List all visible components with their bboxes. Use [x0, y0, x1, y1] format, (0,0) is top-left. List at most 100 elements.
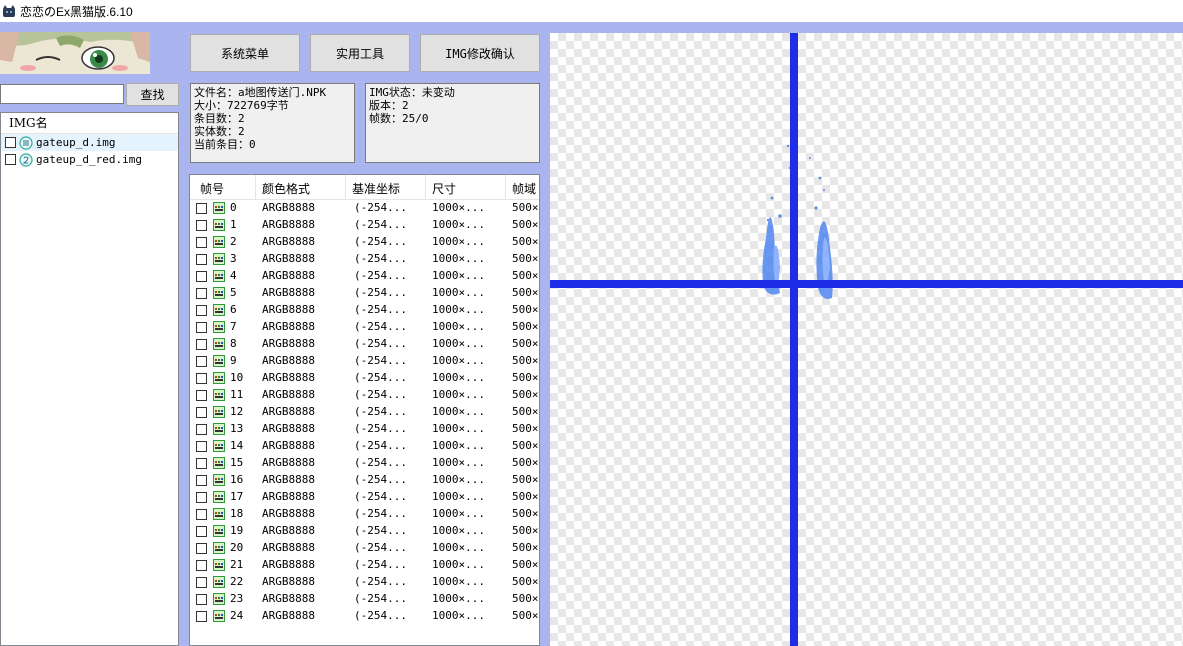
- frame-checkbox[interactable]: [196, 560, 207, 571]
- frame-checkbox[interactable]: [196, 288, 207, 299]
- img-confirm-button[interactable]: IMG修改确认: [420, 34, 540, 72]
- frame-index: 14: [230, 439, 244, 452]
- frame-region: 500×: [512, 218, 539, 231]
- table-row[interactable]: 16 ARGB8888 (-254... 1000×... 500×: [190, 472, 539, 489]
- table-row[interactable]: 4 ARGB8888 (-254... 1000×... 500×: [190, 268, 539, 285]
- title-bar: 恋恋のEx黑猫版.6.10: [0, 0, 1183, 22]
- frame-size: 1000×...: [432, 507, 485, 520]
- column-header[interactable]: 基准坐标: [352, 180, 400, 197]
- img-item-checkbox[interactable]: [5, 137, 16, 148]
- frame-image-icon: [213, 304, 225, 316]
- table-row[interactable]: 24 ARGB8888 (-254... 1000×... 500×: [190, 608, 539, 625]
- frame-region: 500×: [512, 558, 539, 571]
- frame-checkbox[interactable]: [196, 305, 207, 316]
- img-list[interactable]: IMG名 gateup_d.img gateup_d_red.img: [0, 112, 179, 646]
- frame-color-format: ARGB8888: [262, 269, 315, 282]
- table-row[interactable]: 11 ARGB8888 (-254... 1000×... 500×: [190, 387, 539, 404]
- frame-checkbox[interactable]: [196, 458, 207, 469]
- table-row[interactable]: 2 ARGB8888 (-254... 1000×... 500×: [190, 234, 539, 251]
- column-header[interactable]: 帧号: [200, 180, 224, 197]
- table-row[interactable]: 12 ARGB8888 (-254... 1000×... 500×: [190, 404, 539, 421]
- frame-color-format: ARGB8888: [262, 405, 315, 418]
- frame-size: 1000×...: [432, 490, 485, 503]
- search-input[interactable]: [0, 84, 124, 104]
- frame-checkbox[interactable]: [196, 577, 207, 588]
- tools-button[interactable]: 实用工具: [310, 34, 410, 72]
- frame-checkbox[interactable]: [196, 271, 207, 282]
- table-row[interactable]: 13 ARGB8888 (-254... 1000×... 500×: [190, 421, 539, 438]
- frame-color-format: ARGB8888: [262, 507, 315, 520]
- frame-image-icon: [213, 559, 225, 571]
- column-divider[interactable]: [505, 175, 506, 199]
- table-row[interactable]: 22 ARGB8888 (-254... 1000×... 500×: [190, 574, 539, 591]
- frame-checkbox[interactable]: [196, 543, 207, 554]
- table-row[interactable]: 7 ARGB8888 (-254... 1000×... 500×: [190, 319, 539, 336]
- frame-checkbox[interactable]: [196, 407, 207, 418]
- column-divider[interactable]: [345, 175, 346, 199]
- entity-count: 实体数：2: [194, 125, 245, 138]
- frame-region: 500×: [512, 592, 539, 605]
- table-row[interactable]: 20 ARGB8888 (-254... 1000×... 500×: [190, 540, 539, 557]
- frame-region: 500×: [512, 609, 539, 622]
- table-row[interactable]: 14 ARGB8888 (-254... 1000×... 500×: [190, 438, 539, 455]
- frame-image-icon: [213, 593, 225, 605]
- table-row[interactable]: 6 ARGB8888 (-254... 1000×... 500×: [190, 302, 539, 319]
- table-row[interactable]: 10 ARGB8888 (-254... 1000×... 500×: [190, 370, 539, 387]
- black-cat-icon: [3, 5, 15, 17]
- frame-checkbox[interactable]: [196, 441, 207, 452]
- frame-checkbox[interactable]: [196, 322, 207, 333]
- frame-size: 1000×...: [432, 235, 485, 248]
- column-header[interactable]: 颜色格式: [262, 180, 310, 197]
- frame-checkbox[interactable]: [196, 475, 207, 486]
- table-row[interactable]: 23 ARGB8888 (-254... 1000×... 500×: [190, 591, 539, 608]
- frame-checkbox[interactable]: [196, 220, 207, 231]
- column-header[interactable]: 帧域: [512, 180, 536, 197]
- frame-checkbox[interactable]: [196, 203, 207, 214]
- table-row[interactable]: 5 ARGB8888 (-254... 1000×... 500×: [190, 285, 539, 302]
- table-row[interactable]: 18 ARGB8888 (-254... 1000×... 500×: [190, 506, 539, 523]
- frame-region: 500×: [512, 371, 539, 384]
- frame-base-coord: (-254...: [354, 575, 407, 588]
- table-row[interactable]: 19 ARGB8888 (-254... 1000×... 500×: [190, 523, 539, 540]
- frame-checkbox[interactable]: [196, 492, 207, 503]
- img-list-item[interactable]: gateup_d.img: [1, 134, 178, 151]
- table-row[interactable]: 0 ARGB8888 (-254... 1000×... 500×: [190, 200, 539, 217]
- column-divider[interactable]: [425, 175, 426, 199]
- frame-checkbox[interactable]: [196, 254, 207, 265]
- system-menu-button[interactable]: 系统菜单: [190, 34, 300, 72]
- frame-color-format: ARGB8888: [262, 524, 315, 537]
- frame-size: 1000×...: [432, 422, 485, 435]
- img-file-icon: [19, 152, 33, 167]
- frame-base-coord: (-254...: [354, 558, 407, 571]
- table-row[interactable]: 3 ARGB8888 (-254... 1000×... 500×: [190, 251, 539, 268]
- frame-image-icon: [213, 355, 225, 367]
- image-viewer[interactable]: [550, 33, 1183, 646]
- frame-image-icon: [213, 338, 225, 350]
- table-row[interactable]: 1 ARGB8888 (-254... 1000×... 500×: [190, 217, 539, 234]
- table-row[interactable]: 17 ARGB8888 (-254... 1000×... 500×: [190, 489, 539, 506]
- img-list-item[interactable]: gateup_d_red.img: [1, 151, 178, 168]
- frame-checkbox[interactable]: [196, 356, 207, 367]
- frame-checkbox[interactable]: [196, 373, 207, 384]
- table-row[interactable]: 9 ARGB8888 (-254... 1000×... 500×: [190, 353, 539, 370]
- table-row[interactable]: 21 ARGB8888 (-254... 1000×... 500×: [190, 557, 539, 574]
- frame-checkbox[interactable]: [196, 611, 207, 622]
- frame-checkbox[interactable]: [196, 509, 207, 520]
- frame-checkbox[interactable]: [196, 237, 207, 248]
- frame-checkbox[interactable]: [196, 339, 207, 350]
- column-header[interactable]: 尺寸: [432, 180, 456, 197]
- frame-color-format: ARGB8888: [262, 473, 315, 486]
- column-divider[interactable]: [255, 175, 256, 199]
- table-row[interactable]: 15 ARGB8888 (-254... 1000×... 500×: [190, 455, 539, 472]
- frame-checkbox[interactable]: [196, 390, 207, 401]
- frame-image-icon: [213, 270, 225, 282]
- img-item-checkbox[interactable]: [5, 154, 16, 165]
- frame-region: 500×: [512, 201, 539, 214]
- frame-checkbox[interactable]: [196, 424, 207, 435]
- frame-table[interactable]: 帧号 颜色格式 基准坐标 尺寸 帧域 0 ARGB8888 (-254... 1000…: [189, 174, 540, 646]
- search-button[interactable]: 查找: [126, 83, 179, 106]
- frame-checkbox[interactable]: [196, 594, 207, 605]
- frame-index: 6: [230, 303, 237, 316]
- table-row[interactable]: 8 ARGB8888 (-254... 1000×... 500×: [190, 336, 539, 353]
- frame-checkbox[interactable]: [196, 526, 207, 537]
